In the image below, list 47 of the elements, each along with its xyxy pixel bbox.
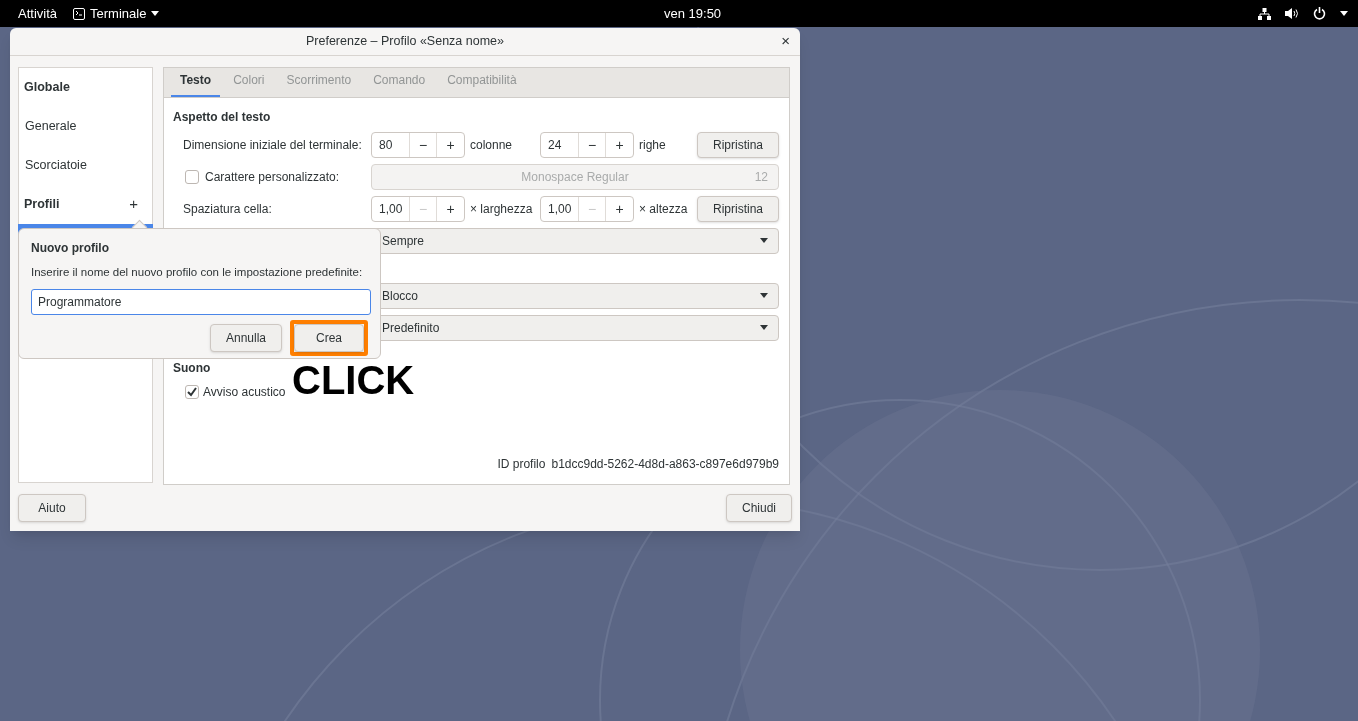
terminal-icon xyxy=(73,7,85,20)
unit-label: × larghezza xyxy=(470,200,533,218)
popover-title: Nuovo profilo xyxy=(31,240,110,257)
app-menu[interactable]: Terminale xyxy=(73,3,160,24)
field-label: Spaziatura cella: xyxy=(182,200,273,218)
spin-field[interactable]: 1,00 − + xyxy=(540,195,634,222)
dialog-button[interactable]: Annulla xyxy=(210,324,282,353)
activities-button[interactable]: Attività xyxy=(18,3,57,24)
annotation-label: CLICK xyxy=(292,358,415,402)
section-heading: Aspetto del testo xyxy=(173,108,272,126)
dialog-button[interactable]: Crea xyxy=(294,324,364,353)
field-label: Dimensione iniziale del terminale: xyxy=(182,136,363,154)
profile-name-field[interactable]: Programmatore xyxy=(31,289,371,316)
checkbox-label: Avviso acustico xyxy=(203,383,286,401)
caret-icon xyxy=(151,11,160,16)
checkbox[interactable] xyxy=(185,384,199,399)
unit-label: righe xyxy=(639,136,666,154)
sidebar-item[interactable]: Scorciatoie xyxy=(25,155,87,175)
caret-icon[interactable] xyxy=(1340,11,1348,16)
unit-label: × altezza xyxy=(639,200,688,218)
profile-id-label: ID profilo xyxy=(497,455,546,473)
caret-icon xyxy=(760,293,768,299)
profile-id-value: b1dcc9dd-5262-4d8d-a863-c897e6d979b9 xyxy=(551,455,779,473)
popover-prompt: Inserire il nome del nuovo profilo con le impostazione predefinite: xyxy=(31,265,364,280)
close-button[interactable]: Chiudi xyxy=(726,493,792,522)
close-button[interactable]: × xyxy=(781,30,790,53)
reset-button[interactable]: Ripristina xyxy=(697,131,779,158)
unit-label: colonne xyxy=(470,136,513,154)
help-button[interactable]: Aiuto xyxy=(18,493,86,522)
reset-button[interactable]: Ripristina xyxy=(697,195,779,222)
power-icon[interactable] xyxy=(1313,7,1326,20)
window-title: Preferenze – Profilo «Senza nome» xyxy=(305,32,504,50)
section-heading: Suono xyxy=(173,359,212,377)
caret-icon xyxy=(760,238,768,244)
tab[interactable]: Testo xyxy=(171,70,221,97)
network-icon[interactable] xyxy=(1258,7,1271,20)
spin-field[interactable]: 24 − + xyxy=(540,131,634,158)
field-label: Carattere personalizzato: xyxy=(205,168,340,186)
add-profile-button[interactable]: + xyxy=(129,192,138,216)
sidebar-heading: Profili xyxy=(24,195,60,213)
clock[interactable]: ven 19:50 xyxy=(664,3,722,24)
spin-field[interactable]: 80 − + xyxy=(371,131,465,158)
volume-icon[interactable] xyxy=(1285,8,1299,19)
spin-field[interactable]: 1,00 − + xyxy=(371,195,465,222)
sidebar-item[interactable]: Generale xyxy=(25,116,77,136)
sidebar-heading: Globale xyxy=(24,78,70,96)
caret-icon xyxy=(760,325,768,331)
